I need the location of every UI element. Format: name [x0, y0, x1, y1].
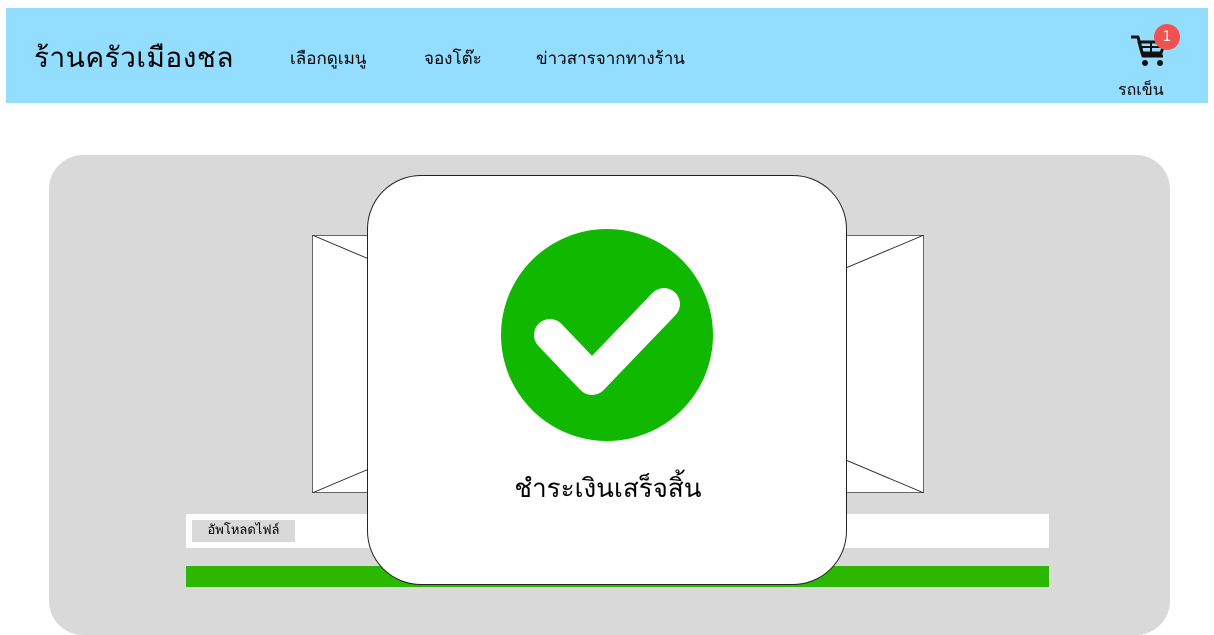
cart-label: รถเข็น: [1118, 80, 1164, 99]
check-circle-icon: [501, 229, 713, 441]
payment-success-message: ชำระเงินเสร็จสิ้น: [514, 474, 702, 504]
cart-button[interactable]: 1 รถเข็น: [1116, 20, 1180, 100]
nav-link-reserve-table[interactable]: จองโต๊ะ: [424, 45, 482, 72]
cart-count-badge: 1: [1154, 24, 1180, 50]
payment-success-dialog: ชำระเงินเสร็จสิ้น: [367, 175, 847, 585]
top-navbar: ร้านครัวเมืองชล เลือกดูเมนู จองโต๊ะ ข่าว…: [6, 8, 1208, 103]
upload-file-button[interactable]: อัพโหลดไฟล์: [192, 520, 295, 542]
nav-link-menu[interactable]: เลือกดูเมนู: [290, 45, 366, 72]
nav-link-news[interactable]: ข่าวสารจากทางร้าน: [536, 45, 685, 72]
brand-title[interactable]: ร้านครัวเมืองชล: [34, 36, 234, 80]
